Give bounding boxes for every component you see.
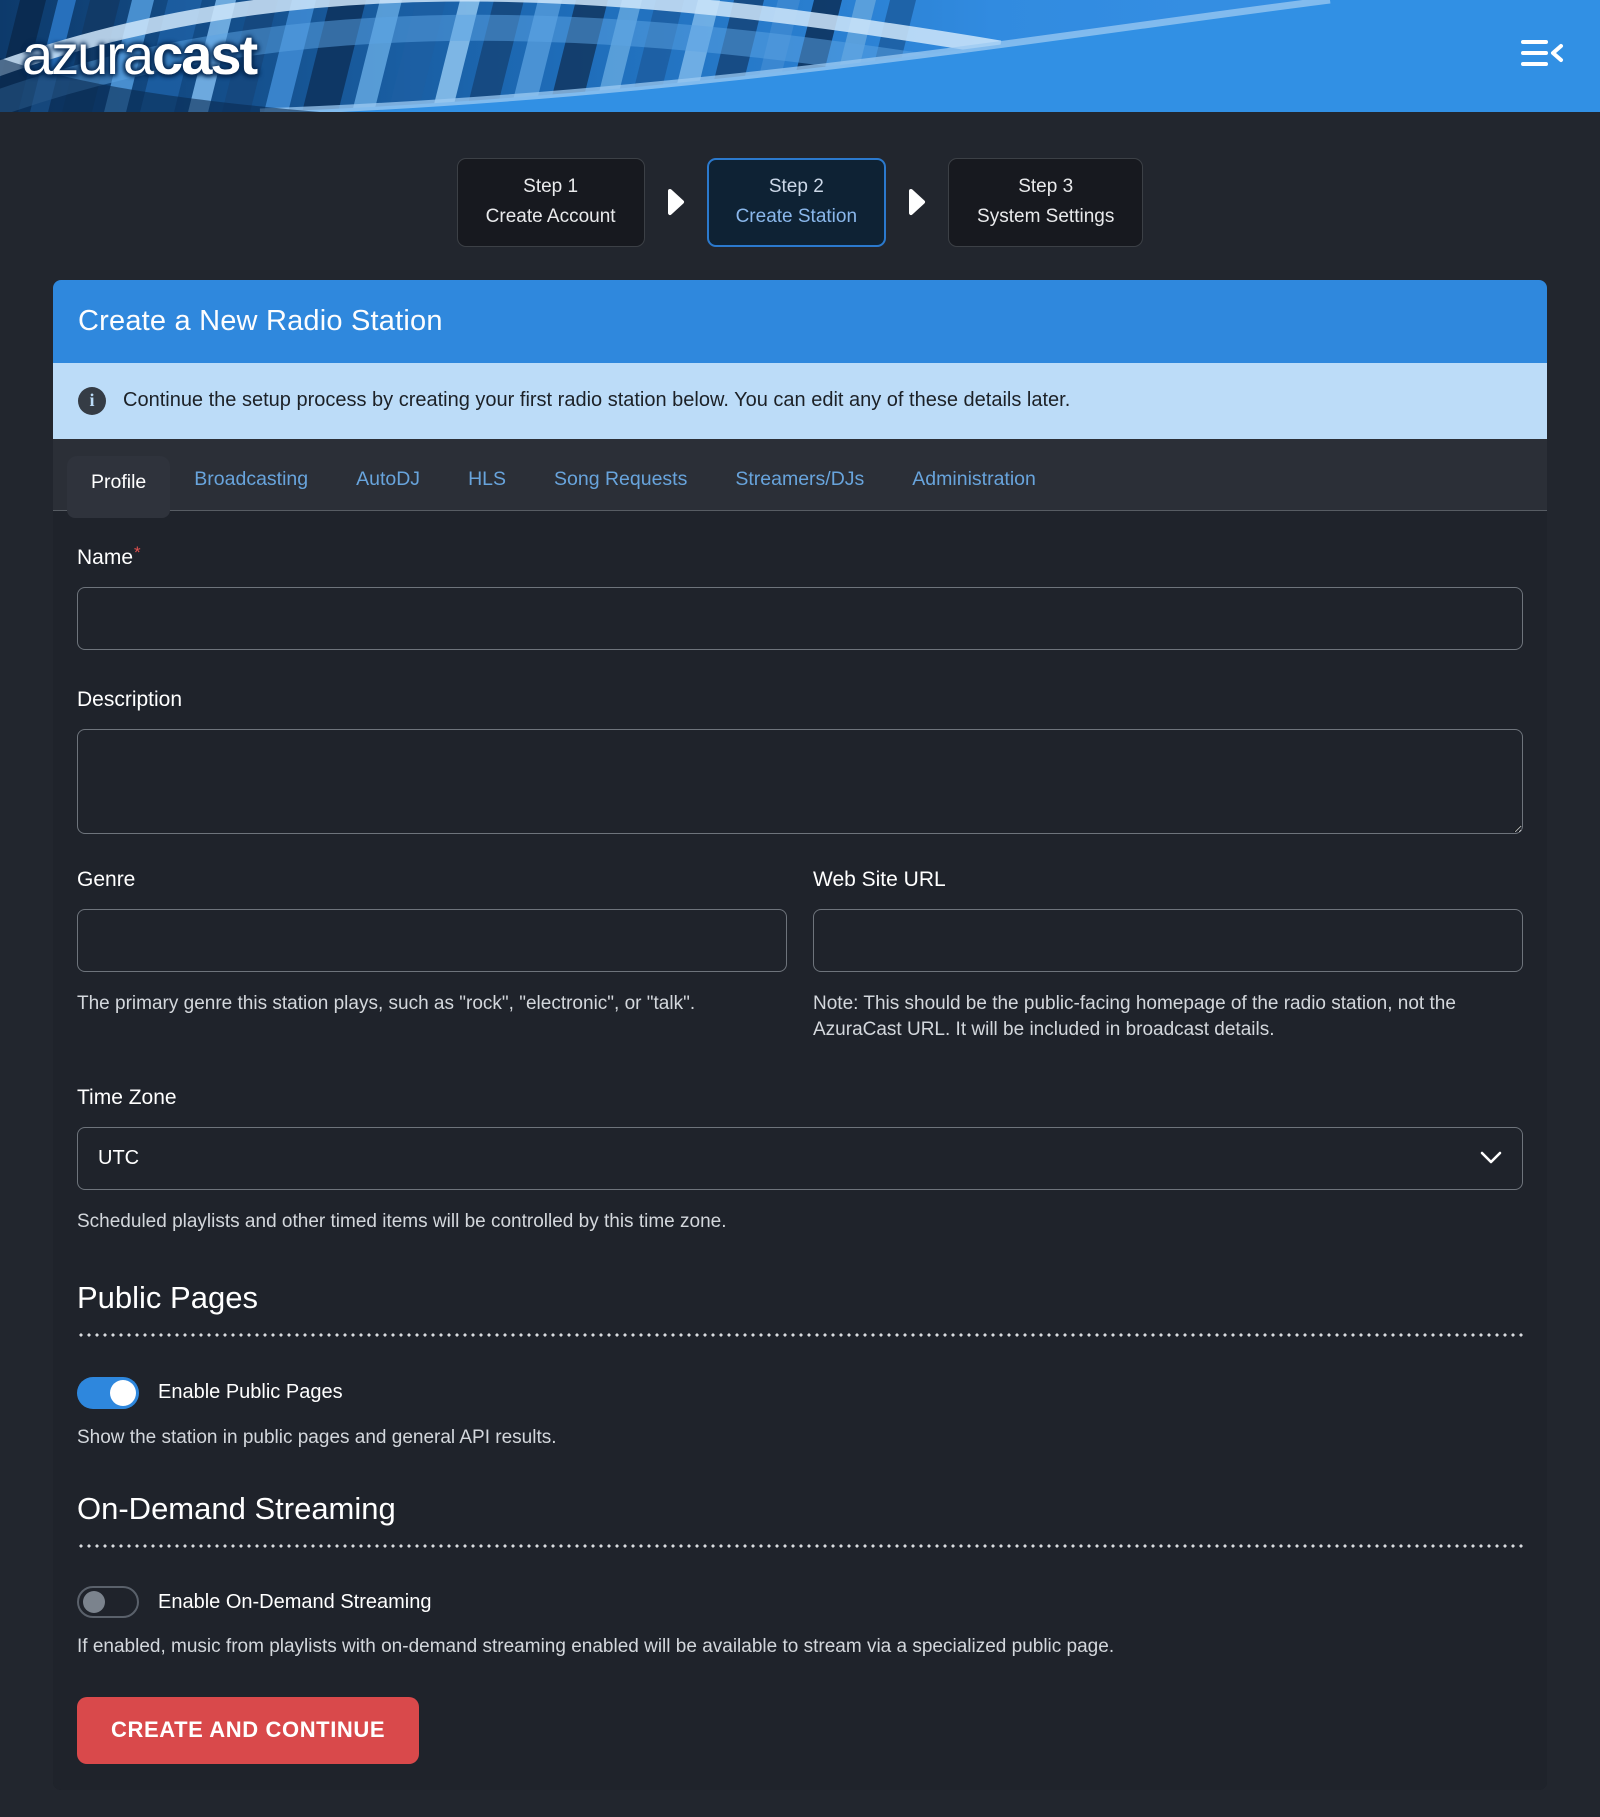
logo-text-light: azura: [22, 23, 152, 86]
chevron-down-icon: [1480, 1151, 1502, 1165]
sidebar-toggle-button[interactable]: [1518, 32, 1566, 76]
on-demand-toggle-row: Enable On-Demand Streaming: [77, 1586, 1523, 1618]
name-input[interactable]: [77, 587, 1523, 650]
toggle-knob: [110, 1380, 136, 1406]
enable-public-pages-label: Enable Public Pages: [158, 1381, 343, 1404]
enable-public-pages-toggle[interactable]: [77, 1377, 139, 1409]
step-label: Create Station: [736, 202, 857, 232]
logo-text-bold: cast: [152, 23, 256, 86]
enable-on-demand-toggle[interactable]: [77, 1586, 139, 1618]
menu-collapse-icon: [1519, 36, 1565, 70]
name-label: Name*: [77, 543, 1523, 570]
description-field-group: Description: [77, 688, 1523, 834]
azuracast-logo: azuracast: [22, 22, 256, 87]
app-header: azuracast: [0, 0, 1600, 112]
create-and-continue-button[interactable]: CREATE AND CONTINUE: [77, 1697, 419, 1764]
website-url-help-text: Note: This should be the public-facing h…: [813, 991, 1523, 1044]
description-label: Description: [77, 688, 1523, 712]
public-pages-heading: Public Pages: [77, 1280, 1523, 1316]
public-pages-toggle-row: Enable Public Pages: [77, 1377, 1523, 1409]
genre-input[interactable]: [77, 909, 787, 972]
step-number: Step 2: [736, 172, 857, 202]
tab-administration[interactable]: Administration: [888, 453, 1060, 510]
tab-broadcasting[interactable]: Broadcasting: [170, 453, 332, 510]
info-alert: i Continue the setup process by creating…: [53, 363, 1547, 439]
tab-profile[interactable]: Profile: [67, 456, 170, 518]
card-header: Create a New Radio Station: [53, 280, 1547, 363]
page-title: Create a New Radio Station: [78, 305, 1522, 338]
tab-hls[interactable]: HLS: [444, 453, 530, 510]
step-number: Step 1: [486, 172, 616, 202]
step-label: System Settings: [977, 202, 1114, 232]
tab-bar: Profile Broadcasting AutoDJ HLS Song Req…: [53, 439, 1547, 511]
dotted-divider: [77, 1333, 1523, 1337]
step-arrow-icon: [667, 188, 685, 216]
public-pages-help-text: Show the station in public pages and gen…: [77, 1425, 1523, 1452]
tab-song-requests[interactable]: Song Requests: [530, 453, 711, 510]
on-demand-heading: On-Demand Streaming: [77, 1491, 1523, 1527]
genre-label: Genre: [77, 868, 787, 892]
info-icon: i: [78, 387, 106, 415]
tab-autodj[interactable]: AutoDJ: [332, 453, 444, 510]
genre-website-row: Genre The primary genre this station pla…: [77, 868, 1523, 1044]
dotted-divider: [77, 1544, 1523, 1548]
timezone-help-text: Scheduled playlists and other timed item…: [77, 1209, 1523, 1236]
on-demand-help-text: If enabled, music from playlists with on…: [77, 1634, 1523, 1661]
timezone-field-group: Time Zone UTC Scheduled playlists and ot…: [77, 1086, 1523, 1236]
create-station-card: Create a New Radio Station i Continue th…: [53, 280, 1547, 1790]
wizard-step-create-station[interactable]: Step 2 Create Station: [707, 158, 886, 247]
step-number: Step 3: [977, 172, 1114, 202]
info-alert-text: Continue the setup process by creating y…: [123, 389, 1070, 412]
required-asterisk: *: [134, 543, 141, 562]
enable-on-demand-label: Enable On-Demand Streaming: [158, 1591, 431, 1614]
description-input[interactable]: [77, 729, 1523, 834]
website-field-group: Web Site URL Note: This should be the pu…: [813, 868, 1523, 1044]
setup-wizard: Step 1 Create Account Step 2 Create Stat…: [0, 158, 1600, 247]
website-url-label: Web Site URL: [813, 868, 1523, 892]
profile-tab-panel: Name* Description Genre The primary genr…: [53, 511, 1547, 1790]
tab-streamers-djs[interactable]: Streamers/DJs: [711, 453, 888, 510]
genre-field-group: Genre The primary genre this station pla…: [77, 868, 787, 1044]
wizard-step-create-account[interactable]: Step 1 Create Account: [457, 158, 645, 247]
step-label: Create Account: [486, 202, 616, 232]
step-arrow-icon: [908, 188, 926, 216]
timezone-selected-value: UTC: [98, 1147, 139, 1170]
toggle-knob: [83, 1591, 105, 1613]
website-url-input[interactable]: [813, 909, 1523, 972]
name-field-group: Name*: [77, 543, 1523, 650]
timezone-select[interactable]: UTC: [77, 1127, 1523, 1190]
wizard-step-system-settings[interactable]: Step 3 System Settings: [948, 158, 1143, 247]
timezone-label: Time Zone: [77, 1086, 1523, 1110]
genre-help-text: The primary genre this station plays, su…: [77, 991, 787, 1018]
